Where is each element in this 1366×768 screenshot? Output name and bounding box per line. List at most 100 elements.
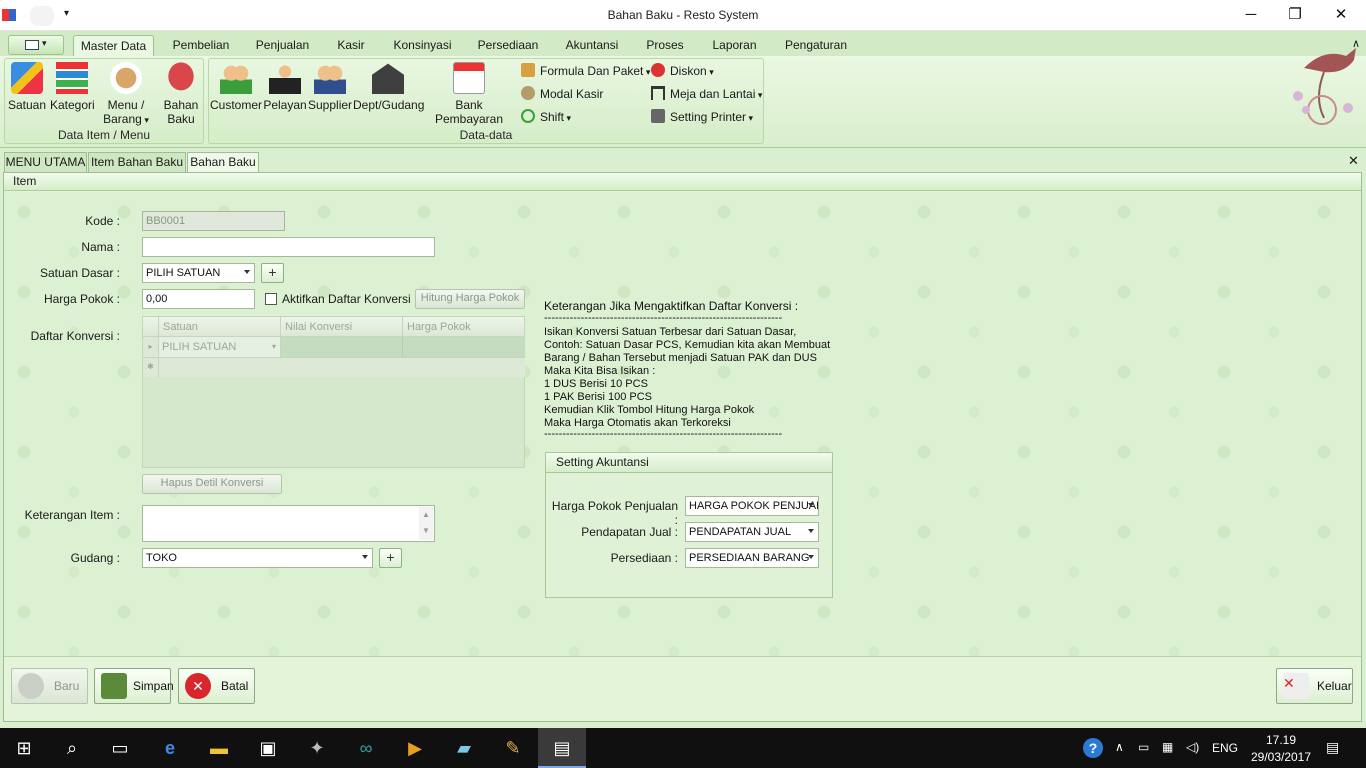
supplier-button[interactable]: Supplier <box>308 62 352 112</box>
chevron-down-icon <box>808 503 814 507</box>
media-player-icon[interactable]: ▶ <box>391 728 439 768</box>
modal-kasir-button[interactable]: Modal Kasir <box>521 85 603 103</box>
calendar-money-icon <box>453 62 485 94</box>
keterangan-item-field[interactable]: ▲ ▼ <box>142 505 435 542</box>
pendapatan-jual-select[interactable]: PENDAPATAN JUAL <box>685 522 819 542</box>
kode-label: Kode : <box>85 214 120 228</box>
gudang-select[interactable]: TOKO <box>142 548 373 568</box>
tab-laporan[interactable]: Laporan <box>706 35 763 57</box>
network-icon[interactable]: ▦ <box>1162 740 1173 754</box>
exit-icon: ✕ <box>1283 673 1309 699</box>
tab-konsinyasi[interactable]: Konsinyasi <box>389 35 456 57</box>
info-divider: ----------------------------------------… <box>544 312 783 324</box>
stack-icon <box>56 62 88 94</box>
tray-chevron-up-icon[interactable]: ∧ <box>1115 740 1124 754</box>
keluar-button[interactable]: ✕ Keluar <box>1276 668 1353 704</box>
aktifkan-konversi-checkbox[interactable] <box>265 293 277 305</box>
konversi-grid: Satuan Nilai Konversi Harga Pokok ▸ PILI… <box>142 316 525 468</box>
harga-pokok-label: Harga Pokok : <box>43 292 120 306</box>
table-icon <box>651 86 665 100</box>
window-title: Bahan Baku - Resto System <box>607 8 759 22</box>
shift-button[interactable]: Shift ▾ <box>521 108 571 126</box>
close-button[interactable]: ✕ <box>1318 0 1364 31</box>
bank-pembayaran-button[interactable]: Bank Pembayaran <box>424 62 514 126</box>
simpan-button[interactable]: Simpan <box>94 668 174 704</box>
meja-dan-lantai-button[interactable]: Meja dan Lantai ▾ <box>651 85 762 103</box>
arduino-icon[interactable]: ∞ <box>342 728 390 768</box>
persediaan-select[interactable]: PERSEDIAAN BARANG <box>685 548 819 568</box>
satuan-dasar-select[interactable]: PILIH SATUAN <box>142 263 255 283</box>
nama-field[interactable] <box>142 237 435 257</box>
group-caption: Data Item / Menu <box>57 128 151 142</box>
tab-master-data[interactable]: Master Data <box>73 35 154 57</box>
store-icon[interactable]: ▣ <box>244 728 292 768</box>
table-cell <box>403 337 525 357</box>
tab-akuntansi[interactable]: Akuntansi <box>560 35 624 57</box>
doctab-item-bahan-baku[interactable]: Item Bahan Baku <box>88 152 186 172</box>
batal-button[interactable]: ✕ Batal <box>178 668 255 704</box>
tab-kasir[interactable]: Kasir <box>332 35 370 57</box>
harga-pokok-field[interactable]: 0,00 <box>142 289 255 309</box>
volume-icon[interactable]: ◁) <box>1186 740 1199 754</box>
tab-pengaturan[interactable]: Pengaturan <box>780 35 852 57</box>
menu-barang-button[interactable]: Menu / Barang ▾ <box>100 62 152 127</box>
tab-persediaan[interactable]: Persediaan <box>473 35 543 57</box>
grid-new-row-indicator: ✱ <box>143 357 159 377</box>
tab-proses[interactable]: Proses <box>641 35 689 57</box>
task-view-icon[interactable]: ▭ <box>96 728 144 768</box>
formula-dan-paket-button[interactable]: Formula Dan Paket ▾ <box>521 62 650 80</box>
tab-penjualan[interactable]: Penjualan <box>250 35 315 57</box>
help-icon[interactable]: ? <box>1083 738 1103 758</box>
file-explorer-icon[interactable]: ▬ <box>195 728 243 768</box>
pelayan-button[interactable]: Pelayan <box>263 62 307 112</box>
language-indicator[interactable]: ENG <box>1212 741 1238 755</box>
waiter-icon <box>269 62 301 94</box>
search-icon[interactable]: ⌕ <box>48 728 96 768</box>
edge-browser-icon[interactable]: e <box>146 728 194 768</box>
grid-header-harga-pokok: Harga Pokok <box>403 317 525 337</box>
clock-time[interactable]: 17.19 <box>1258 733 1304 747</box>
customer-button[interactable]: Customer <box>210 62 262 112</box>
battery-icon[interactable]: ▭ <box>1138 740 1149 754</box>
paint-icon[interactable]: ✎ <box>489 728 537 768</box>
pendapatan-jual-label: Pendapatan Jual : <box>581 525 678 539</box>
notes-app-icon[interactable]: ▰ <box>440 728 488 768</box>
scrollbar[interactable]: ▲ ▼ <box>419 507 433 540</box>
setting-printer-button[interactable]: Setting Printer ▾ <box>651 108 753 126</box>
clock-date[interactable]: 29/03/2017 <box>1248 750 1314 764</box>
grid-row-header <box>143 317 159 337</box>
maximize-button[interactable]: ❐ <box>1272 0 1318 31</box>
windows-start-icon[interactable]: ⊞ <box>0 728 48 768</box>
users-icon <box>220 62 252 94</box>
warehouse-icon <box>372 63 404 94</box>
chevron-down-icon: ▾ <box>706 67 714 77</box>
dept-gudang-button[interactable]: Dept/Gudang <box>353 62 424 112</box>
grid-row-indicator: ▸ <box>143 337 159 357</box>
satuan-button[interactable]: Satuan <box>6 62 48 112</box>
cancel-icon: ✕ <box>185 673 211 699</box>
panel-header: Item <box>4 173 1361 191</box>
doctab-menu-utama[interactable]: MENU UTAMA <box>4 152 87 172</box>
doctab-bahan-baku[interactable]: Bahan Baku <box>187 152 259 173</box>
save-icon <box>101 673 127 699</box>
bahan-baku-button[interactable]: Bahan Baku <box>160 62 202 126</box>
dropbox-icon[interactable]: ✦ <box>293 728 341 768</box>
hpp-select[interactable]: HARGA POKOK PENJUAL <box>685 496 819 516</box>
baru-button: Baru <box>11 668 88 704</box>
persediaan-label: Persediaan : <box>610 551 678 565</box>
add-gudang-button[interactable]: + <box>379 548 402 568</box>
chevron-down-icon: ▾ <box>564 113 572 123</box>
notification-icon[interactable]: ▤ <box>1326 739 1339 756</box>
kategori-button[interactable]: Kategori <box>50 62 95 112</box>
tab-pembelian[interactable]: Pembelian <box>168 35 234 57</box>
setting-akuntansi-caption: Setting Akuntansi <box>546 453 832 473</box>
table-cell <box>281 337 403 357</box>
add-satuan-button[interactable]: + <box>261 263 284 283</box>
table-row <box>159 357 525 377</box>
chevron-down-icon <box>362 555 368 559</box>
resto-system-taskbar-icon[interactable]: ▤ <box>538 728 586 768</box>
diskon-button[interactable]: Diskon ▾ <box>651 62 714 80</box>
app-menu-button[interactable]: ▾ <box>8 35 64 55</box>
minimize-button[interactable]: ─ <box>1228 0 1274 31</box>
close-doc-icon[interactable]: ✕ <box>1348 153 1359 169</box>
